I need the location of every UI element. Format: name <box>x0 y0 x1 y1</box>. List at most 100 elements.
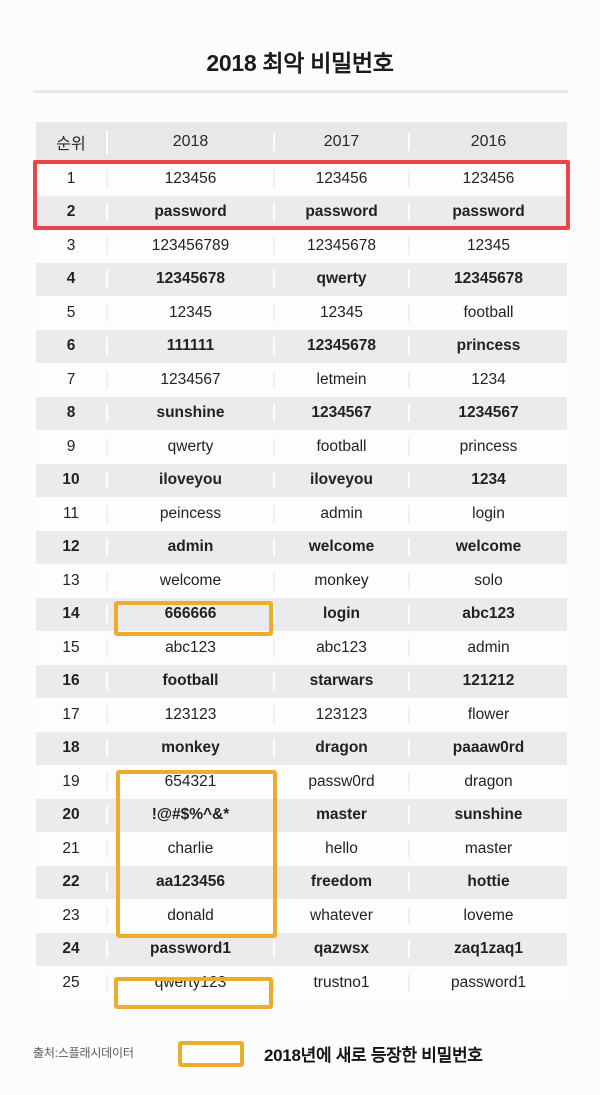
table-row: 14 666666 login abc123 <box>36 597 567 631</box>
password-2017-cell: abc123 <box>275 638 410 657</box>
password-2017-cell: 12345 <box>275 303 410 322</box>
password-2018-cell: 12345 <box>108 303 275 322</box>
rank-cell: 19 <box>36 772 108 791</box>
password-2018-cell: admin <box>108 538 275 557</box>
password-2018-cell: iloveyou <box>108 471 275 490</box>
rank-cell: 13 <box>36 571 108 590</box>
rank-cell: 6 <box>36 337 108 356</box>
password-2016-cell: hottie <box>467 873 510 891</box>
password-2016-cell: 12345 <box>466 236 511 254</box>
password-2018-cell: 1234567 <box>108 370 275 389</box>
password-2016-cell: 12345678 <box>454 270 523 288</box>
password-2017-cell: football <box>275 437 410 456</box>
password-2017-cell: login <box>275 605 410 624</box>
table-row: 21 charlie hello master <box>36 832 567 866</box>
table-row: 15 abc123 abc123 admin <box>36 631 567 665</box>
password-2017-cell: hello <box>275 839 410 858</box>
legend-swatch-orange-box <box>178 1041 244 1067</box>
rank-cell: 16 <box>36 672 108 691</box>
table-row: 9 qwerty football princess <box>36 430 567 464</box>
rank-cell: 5 <box>36 303 108 322</box>
rank-cell: 17 <box>36 705 108 724</box>
column-header-2017: 2017 <box>275 133 410 151</box>
rank-cell: 14 <box>36 605 108 624</box>
table-row: 4 12345678 qwerty 12345678 <box>36 262 567 296</box>
rank-cell: 24 <box>36 940 108 959</box>
password-2018-cell: password1 <box>108 940 275 959</box>
password-2017-cell: freedom <box>275 873 410 892</box>
table-row: 13 welcome monkey solo <box>36 564 567 598</box>
password-2016-cell: loveme <box>463 906 514 924</box>
column-header-2016: 2016 <box>470 133 507 150</box>
password-2018-cell: 123123 <box>108 705 275 724</box>
password-2017-cell: whatever <box>275 906 410 925</box>
rank-cell: 2 <box>36 203 108 222</box>
table-row: 16 football starwars 121212 <box>36 664 567 698</box>
table-row: 22 aa123456 freedom hottie <box>36 865 567 899</box>
legend-label: 2018년에 새로 등장한 비밀번호 <box>264 1046 483 1065</box>
password-2016-cell: master <box>464 839 513 857</box>
worst-passwords-table: 순위 2018 2017 2016 1 123456 123456 123456 2 pa… <box>36 122 567 1000</box>
password-2017-cell: starwars <box>275 672 410 691</box>
rank-cell: 15 <box>36 638 108 657</box>
password-2017-cell: 12345678 <box>275 236 410 255</box>
table-row: 8 sunshine 1234567 1234567 <box>36 396 567 430</box>
rank-cell: 1 <box>36 169 108 188</box>
rank-cell: 10 <box>36 471 108 490</box>
table-row: 1 123456 123456 123456 <box>36 162 567 196</box>
password-2017-cell: monkey <box>275 571 410 590</box>
password-2016-cell: 1234 <box>471 370 506 388</box>
password-2018-cell: 111111 <box>108 337 275 356</box>
password-2017-cell: password <box>275 203 410 222</box>
column-header-2018: 2018 <box>108 133 275 151</box>
password-2018-cell: 666666 <box>108 605 275 624</box>
title-divider <box>33 90 568 93</box>
password-2016-cell: 1234 <box>471 471 506 489</box>
password-2018-cell: 12345678 <box>108 270 275 289</box>
rank-cell: 21 <box>36 839 108 858</box>
rank-cell: 8 <box>36 404 108 423</box>
password-2017-cell: 123456 <box>275 169 410 188</box>
table-row: 5 12345 12345 football <box>36 296 567 330</box>
source-label: 출처:스플래시데이터 <box>33 1046 134 1060</box>
password-2018-cell: 654321 <box>108 772 275 791</box>
table-row: 24 password1 qazwsx zaq1zaq1 <box>36 932 567 966</box>
password-2018-cell: 123456 <box>108 169 275 188</box>
password-2018-cell: monkey <box>108 739 275 758</box>
password-2016-cell: 123456 <box>462 169 515 187</box>
table-row: 10 iloveyou iloveyou 1234 <box>36 463 567 497</box>
password-2017-cell: passw0rd <box>275 772 410 791</box>
password-2018-cell: !@#$%^&* <box>108 806 275 825</box>
password-2018-cell: qwerty <box>108 437 275 456</box>
password-2016-cell: dragon <box>464 772 513 790</box>
password-2016-cell: password1 <box>451 973 526 991</box>
password-2016-cell: password <box>452 203 525 221</box>
password-2018-cell: charlie <box>108 839 275 858</box>
rank-cell: 11 <box>36 504 108 523</box>
rank-cell: 12 <box>36 538 108 557</box>
rank-cell: 9 <box>36 437 108 456</box>
password-2017-cell: master <box>275 806 410 825</box>
rank-cell: 7 <box>36 370 108 389</box>
table-row: 19 654321 passw0rd dragon <box>36 765 567 799</box>
table-row: 25 qwerty123 trustno1 password1 <box>36 966 567 1000</box>
password-2018-cell: donald <box>108 906 275 925</box>
password-2017-cell: welcome <box>275 538 410 557</box>
table-row: 3 123456789 12345678 12345 <box>36 229 567 263</box>
password-2016-cell: sunshine <box>454 806 523 824</box>
password-2016-cell: login <box>472 504 505 522</box>
password-2016-cell: abc123 <box>462 605 515 623</box>
password-2017-cell: qazwsx <box>275 940 410 959</box>
table-row: 17 123123 123123 flower <box>36 698 567 732</box>
password-2016-cell: football <box>463 303 514 321</box>
password-2017-cell: dragon <box>275 739 410 758</box>
password-2017-cell: admin <box>275 504 410 523</box>
table-header-row: 순위 2018 2017 2016 <box>36 122 567 162</box>
password-2018-cell: welcome <box>108 571 275 590</box>
table-row: 20 !@#$%^&* master sunshine <box>36 798 567 832</box>
password-2016-cell: flower <box>467 705 510 723</box>
password-2018-cell: football <box>108 672 275 691</box>
password-2016-cell: zaq1zaq1 <box>454 940 523 958</box>
password-2017-cell: 123123 <box>275 705 410 724</box>
table-row: 2 password password password <box>36 195 567 229</box>
